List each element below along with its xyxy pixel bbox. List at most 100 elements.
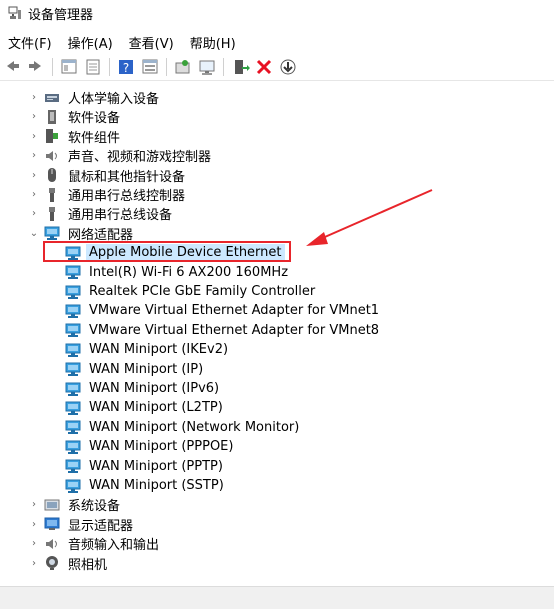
- tree-device-item[interactable]: WAN Miniport (PPTP): [0, 457, 540, 476]
- tree-category-label: 软件组件: [68, 130, 121, 146]
- chevron-right-icon[interactable]: ›: [28, 130, 40, 142]
- uninstall-button[interactable]: [254, 57, 274, 77]
- tree-device-label: VMware Virtual Ethernet Adapter for VMne…: [89, 303, 380, 319]
- menu-item-3[interactable]: 帮助(H): [182, 33, 244, 52]
- menu-item-0[interactable]: 文件(F): [0, 33, 60, 52]
- tree-category[interactable]: › 声音、视频和游戏控制器: [0, 146, 540, 165]
- display-adapter-icon: [44, 517, 60, 531]
- tree-device-label: WAN Miniport (IP): [89, 361, 204, 377]
- tree-device-item[interactable]: WAN Miniport (SSTP): [0, 476, 540, 495]
- network-adapter-icon: [65, 343, 81, 357]
- tree-category-label: 网络适配器: [68, 227, 134, 243]
- tree-category[interactable]: › 鼠标和其他指针设备: [0, 166, 540, 185]
- forward-button[interactable]: [26, 57, 46, 77]
- tree-device-item[interactable]: WAN Miniport (IPv6): [0, 379, 540, 398]
- chevron-right-icon[interactable]: ›: [28, 189, 40, 201]
- tree-device-label: WAN Miniport (PPPOE): [89, 439, 234, 455]
- chevron-right-icon[interactable]: ›: [28, 538, 40, 550]
- tree-category[interactable]: › 软件组件: [0, 127, 540, 146]
- tree-device-label: Apple Mobile Device Ethernet: [86, 244, 285, 262]
- chevron-right-icon[interactable]: ›: [28, 208, 40, 220]
- tree-category[interactable]: › 软件设备: [0, 107, 540, 126]
- download-icon: [280, 59, 296, 75]
- network-adapter-icon: [65, 401, 81, 415]
- tree-category[interactable]: › 人体学输入设备: [0, 88, 540, 107]
- tree-category-label: 通用串行总线控制器: [68, 189, 186, 204]
- tree-category[interactable]: ⌄ 网络适配器: [0, 224, 540, 243]
- tree-device-item[interactable]: Realtek PCIe GbE Family Controller: [0, 282, 540, 301]
- properties-button[interactable]: [59, 57, 79, 77]
- menu-bar: 文件(F) 操作(A) 查看(V) 帮助(H): [0, 32, 554, 52]
- menu-item-2[interactable]: 查看(V): [121, 33, 182, 52]
- toolbar-separator: [109, 58, 110, 76]
- tree-category-label: 音频输入和输出: [68, 538, 160, 554]
- menu-item-1[interactable]: 操作(A): [60, 33, 121, 52]
- device-manager-icon: [8, 6, 22, 20]
- network-adapter-icon: [65, 323, 81, 338]
- help-button[interactable]: ?: [116, 57, 136, 77]
- uninstall-icon: [256, 59, 272, 75]
- tree-category-label: 人体学输入设备: [68, 92, 160, 107]
- tree-device-label: WAN Miniport (SSTP): [89, 478, 224, 493]
- toolbar-separator: [166, 58, 167, 76]
- scan-hardware-button[interactable]: [197, 57, 217, 77]
- chevron-right-icon[interactable]: ›: [28, 150, 40, 162]
- show-hidden-button[interactable]: [83, 57, 103, 77]
- tree-category[interactable]: › 照相机: [0, 554, 540, 573]
- tree-category[interactable]: › 通用串行总线设备: [0, 204, 540, 223]
- annotation-arrow: [306, 189, 433, 246]
- download-button[interactable]: [278, 57, 298, 77]
- tree-device-item[interactable]: Apple Mobile Device Ethernet: [0, 243, 540, 262]
- toolbar-separator: [52, 58, 53, 76]
- device-tree: › 人体学输入设备 › 软件设备 › 软件组件 › 声音、视频和游戏控制器 › 鼠标和其他指针设备…: [0, 86, 554, 582]
- network-adapter-icon: [65, 440, 81, 454]
- system-device-icon: [44, 499, 60, 511]
- scan-hardware-icon: [199, 60, 215, 75]
- tree-category[interactable]: › 系统设备: [0, 495, 540, 514]
- forward-icon: [29, 61, 41, 71]
- tree-device-item[interactable]: Intel(R) Wi-Fi 6 AX200 160MHz: [0, 263, 540, 282]
- tree-device-item[interactable]: WAN Miniport (L2TP): [0, 398, 540, 417]
- tree-device-item[interactable]: VMware Virtual Ethernet Adapter for VMne…: [0, 301, 540, 320]
- chevron-right-icon[interactable]: ›: [28, 499, 40, 511]
- details-button[interactable]: [140, 57, 160, 77]
- network-adapter-icon: [65, 362, 81, 377]
- tree-device-item[interactable]: WAN Miniport (IP): [0, 360, 540, 379]
- tree-category-label: 通用串行总线设备: [68, 208, 173, 224]
- tree-category[interactable]: › 显示适配器: [0, 515, 540, 534]
- tree-device-label: Realtek PCIe GbE Family Controller: [89, 284, 316, 299]
- chevron-right-icon[interactable]: ›: [28, 92, 40, 104]
- tree-device-item[interactable]: VMware Virtual Ethernet Adapter for VMne…: [0, 321, 540, 340]
- tree-category-label: 照相机: [68, 557, 108, 573]
- svg-text:?: ?: [123, 61, 129, 75]
- tree-category[interactable]: › 音频输入和输出: [0, 534, 540, 553]
- network-adapter-icon: [65, 459, 81, 474]
- software-device-icon: [48, 109, 56, 124]
- tree-category[interactable]: › 通用串行总线控制器: [0, 185, 540, 204]
- tree-device-label: WAN Miniport (IPv6): [89, 381, 220, 396]
- chevron-right-icon[interactable]: ›: [28, 169, 40, 181]
- hid-icon: [45, 93, 59, 102]
- chevron-right-icon[interactable]: ›: [28, 518, 40, 530]
- update-driver-icon: [175, 60, 190, 74]
- chevron-down-icon[interactable]: ⌄: [28, 227, 40, 239]
- back-button[interactable]: [2, 57, 22, 77]
- update-driver-button[interactable]: [173, 57, 193, 77]
- audio-io-icon: [46, 538, 57, 549]
- enable-device-button[interactable]: [230, 57, 250, 77]
- mouse-icon: [48, 168, 56, 183]
- tree-device-item[interactable]: WAN Miniport (Network Monitor): [0, 418, 540, 437]
- camera-icon: [46, 556, 58, 571]
- window-title: 设备管理器: [28, 7, 94, 23]
- show-hidden-icon: [86, 59, 100, 75]
- tree-device-label: WAN Miniport (Network Monitor): [89, 419, 300, 435]
- toolbar-separator: [223, 58, 224, 76]
- chevron-right-icon[interactable]: ›: [28, 111, 40, 123]
- tree-device-item[interactable]: WAN Miniport (PPPOE): [0, 437, 540, 456]
- sound-icon: [46, 150, 57, 161]
- tree-device-item[interactable]: WAN Miniport (IKEv2): [0, 340, 540, 359]
- chevron-right-icon[interactable]: ›: [28, 557, 40, 569]
- usb-icon: [49, 187, 55, 202]
- tree-device-label: WAN Miniport (L2TP): [89, 400, 223, 416]
- tree-category-label: 软件设备: [68, 111, 121, 127]
